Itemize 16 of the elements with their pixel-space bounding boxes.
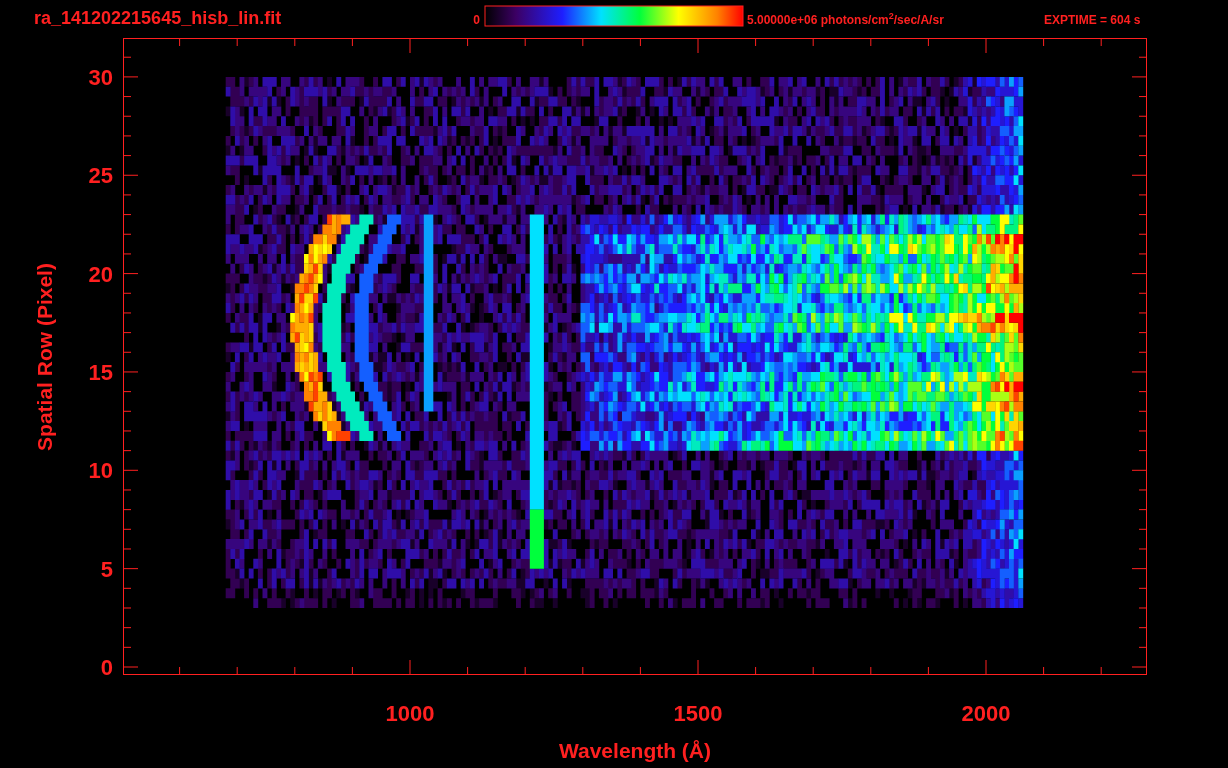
y-tick-label: 30 [88,64,113,90]
x-axis-label: Wavelength (Å) [558,739,712,762]
colorbar-min-label: 0 [473,13,480,27]
y-tick-label: 5 [100,556,113,582]
x-tick-label: 1000 [385,701,435,726]
exposure-time: EXPTIME = 604 s [1044,13,1141,27]
file-title: ra_141202215645_hisb_lin.fit [34,8,282,28]
x-tick-label: 1500 [673,701,723,726]
y-tick-label: 25 [88,163,113,189]
y-tick-label: 15 [88,359,113,385]
y-axis-label: Spatial Row (Pixel) [33,263,56,451]
x-tick-label: 2000 [961,701,1011,726]
y-tick-label: 20 [88,261,113,287]
y-tick-label: 10 [88,458,113,484]
colorbar-max-label: 5.00000e+06 photons/cm$^{2}$/sec/A/sr [747,11,944,27]
y-tick-label: 0 [100,655,113,680]
